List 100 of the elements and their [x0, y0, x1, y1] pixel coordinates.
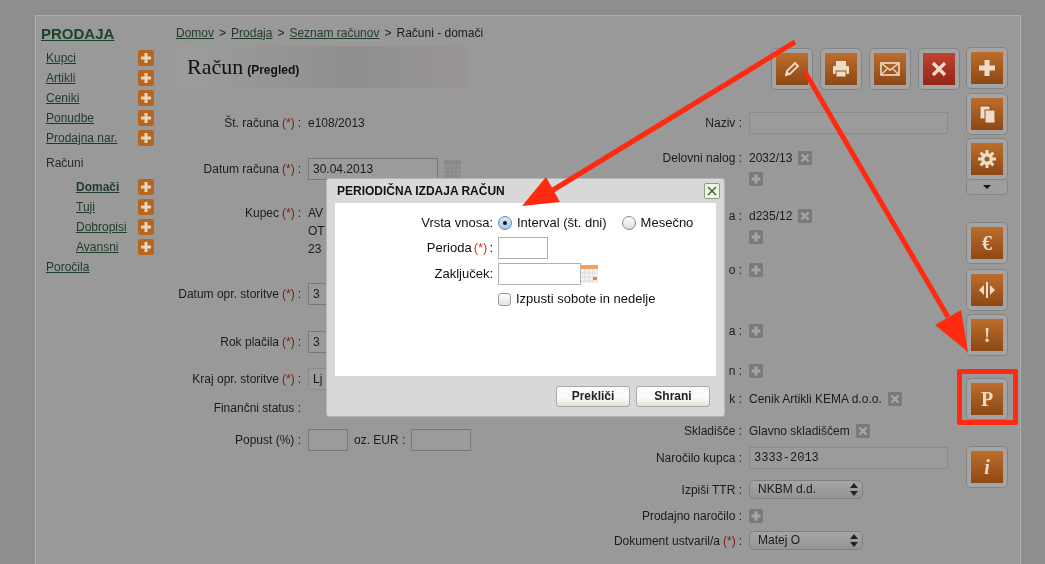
- field-label: a :: [728, 208, 742, 225]
- amount-field[interactable]: [411, 429, 472, 451]
- breadcrumb-link[interactable]: Domov: [176, 25, 214, 41]
- sidebar-link[interactable]: Avansni: [76, 239, 119, 255]
- toolbar-button[interactable]: [820, 48, 862, 90]
- field-label: n :: [728, 363, 742, 380]
- sidebar-link[interactable]: Poročila: [46, 259, 90, 275]
- required-mark: (*): [282, 161, 295, 178]
- updown-caret-icon: [850, 534, 858, 547]
- toolbar-button[interactable]: [771, 48, 813, 90]
- add-icon[interactable]: [138, 90, 154, 106]
- required-mark: (*): [282, 115, 295, 132]
- add-icon[interactable]: [138, 130, 154, 146]
- radio-button[interactable]: [621, 216, 636, 230]
- sidebar-link[interactable]: Ponudbe: [46, 110, 95, 126]
- dropdown-toggle[interactable]: [966, 180, 1008, 195]
- sidebar-link[interactable]: Prodajna nar.: [46, 130, 118, 146]
- toolbar-button[interactable]: [918, 48, 960, 90]
- add-icon[interactable]: [749, 230, 763, 244]
- sidebar-group-label: Računi: [45, 154, 85, 172]
- remove-icon[interactable]: [887, 392, 902, 406]
- field-colon: :: [297, 115, 301, 132]
- field-label: Prodajno naročilo :: [641, 508, 742, 525]
- close-button[interactable]: [704, 183, 720, 199]
- sidebar-link[interactable]: Kupci: [46, 50, 77, 66]
- dialog-button[interactable]: Shrani: [636, 385, 710, 407]
- field-colon: :: [738, 533, 742, 550]
- remove-icon[interactable]: [855, 424, 870, 438]
- dialog-title: PERIODIČNA IZDAJA RAČUN: [337, 183, 505, 199]
- date-field[interactable]: 30.04.2013: [308, 158, 438, 180]
- checkbox-label[interactable]: Izpusti sobote in nedelje: [516, 291, 656, 307]
- add-icon[interactable]: [749, 172, 763, 186]
- field-label: Delovni nalog :: [662, 150, 742, 167]
- toolbar-button[interactable]: €: [966, 222, 1008, 264]
- address-line: AV: [308, 205, 325, 222]
- add-icon[interactable]: [749, 364, 763, 378]
- field-label: Vrsta vnosa:: [421, 215, 493, 231]
- add-icon[interactable]: [138, 50, 154, 66]
- add-icon[interactable]: [749, 509, 763, 523]
- dialog-button[interactable]: Prekliči: [556, 385, 630, 407]
- required-mark: (*): [282, 205, 295, 222]
- page-subtitle: (Pregled): [247, 62, 300, 78]
- add-icon[interactable]: [138, 179, 154, 195]
- field-value: Glavno skladiščem: [749, 423, 850, 439]
- toolbar-button[interactable]: [869, 48, 911, 90]
- radio-label[interactable]: Interval (št. dni): [517, 215, 607, 231]
- radio-label[interactable]: Mesečno: [640, 215, 694, 231]
- sidebar-link[interactable]: Artikli: [46, 70, 76, 86]
- add-icon[interactable]: [138, 70, 154, 86]
- checkbox[interactable]: [498, 292, 511, 306]
- field-colon: :: [297, 161, 301, 178]
- sidebar-link[interactable]: Dobropisi: [76, 219, 127, 235]
- date-field[interactable]: [498, 263, 581, 285]
- add-icon[interactable]: [138, 199, 154, 215]
- field-label: Popust (%) :: [234, 432, 301, 449]
- field-label: Zaključek:: [434, 266, 493, 282]
- breadcrumb-separator: >: [277, 25, 285, 41]
- add-icon[interactable]: [749, 324, 763, 338]
- required-mark: (*): [282, 286, 295, 303]
- field-label: a :: [728, 323, 742, 340]
- field-colon: :: [297, 286, 301, 303]
- field-colon: :: [297, 334, 301, 351]
- field-label: k :: [729, 391, 742, 408]
- select-field[interactable]: NKBM d.d.: [749, 480, 863, 499]
- sidebar-link[interactable]: Tuji: [76, 199, 95, 215]
- sidebar-link[interactable]: Domači: [76, 179, 120, 195]
- toolbar-button[interactable]: [966, 138, 1008, 180]
- add-icon[interactable]: [749, 263, 763, 277]
- remove-icon[interactable]: [798, 151, 813, 165]
- text-field[interactable]: [749, 112, 948, 134]
- radio-button[interactable]: [498, 216, 512, 230]
- toolbar-button[interactable]: [966, 93, 1008, 135]
- page-title: Račun: [187, 53, 244, 81]
- remove-icon[interactable]: [798, 209, 813, 223]
- text-field[interactable]: 3333-2013: [749, 447, 948, 469]
- toolbar-button[interactable]: [966, 47, 1008, 89]
- toolbar-button[interactable]: !: [966, 314, 1008, 356]
- toolbar-button[interactable]: [966, 269, 1008, 311]
- add-icon[interactable]: [138, 110, 154, 126]
- toolbar-button[interactable]: i: [966, 446, 1008, 488]
- add-icon[interactable]: [138, 239, 154, 255]
- breadcrumb-link[interactable]: Prodaja: [231, 25, 273, 41]
- percent-field[interactable]: [308, 429, 348, 451]
- field-label: Finančni status :: [213, 400, 301, 417]
- calendar-icon[interactable]: [581, 265, 598, 283]
- toolbar-button[interactable]: P: [966, 378, 1008, 420]
- sidebar-link[interactable]: Ceniki: [46, 90, 80, 106]
- breadcrumb-separator: >: [384, 25, 392, 41]
- add-icon[interactable]: [138, 219, 154, 235]
- field-label: Kupec: [244, 205, 279, 222]
- required-mark: (*): [282, 334, 295, 351]
- caret-icon: [983, 185, 991, 189]
- field-label: Perioda: [426, 240, 472, 256]
- select-field[interactable]: Matej O: [749, 531, 863, 550]
- breadcrumb-link[interactable]: Seznam računov: [289, 25, 380, 41]
- address-line: OT: [308, 223, 325, 240]
- field-label: Kraj opr. storitve: [192, 371, 279, 388]
- field-value: Cenik Artikli KEMA d.o.o.: [749, 391, 882, 407]
- text-field[interactable]: [498, 237, 548, 259]
- plus-icon: [976, 57, 998, 79]
